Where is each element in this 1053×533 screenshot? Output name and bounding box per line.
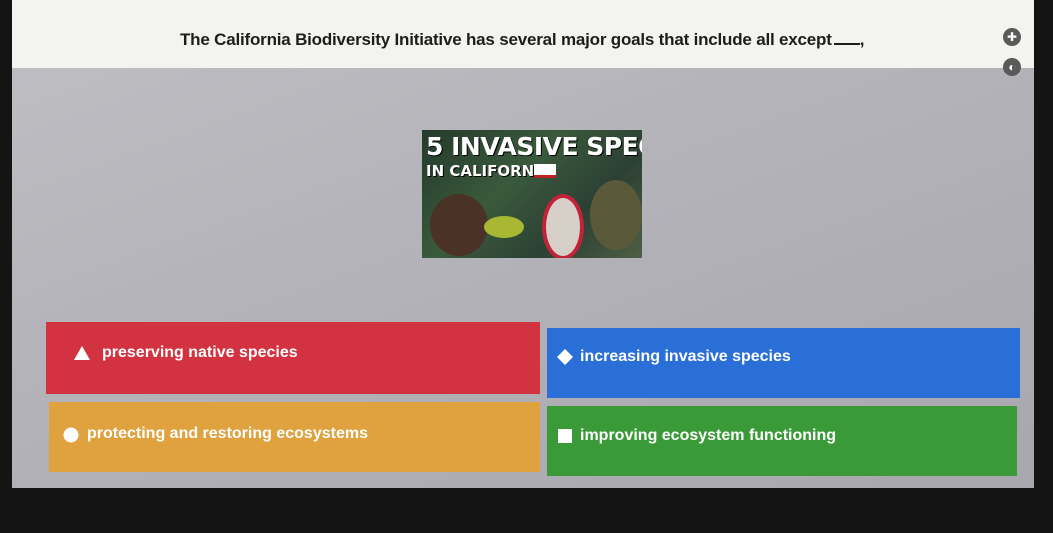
circle-icon [63,427,79,443]
diamond-icon [557,349,573,365]
answer-label-blue: increasing invasive species [580,348,791,365]
question-label: The California Biodiversity Initiative h… [180,30,832,49]
square-icon [558,429,572,443]
answer-label-green: improving ecosystem functioning [580,427,837,444]
bird-image [484,216,524,238]
question-suffix: , [859,30,865,49]
answer-option-yellow[interactable]: protecting and restoring ecosystems [49,402,540,472]
audio-icon[interactable]: ◐ [1003,58,1021,76]
zoom-icon[interactable]: ✚ [1003,28,1021,46]
answer-option-green[interactable]: improving ecosystem functioning [547,406,1017,476]
quiz-screen: The California Biodiversity Initiative h… [12,0,1034,488]
california-flag-icon [534,164,556,178]
media-subtitle: IN CALIFORNIA [426,162,552,180]
question-bar: The California Biodiversity Initiative h… [12,0,1034,68]
question-image[interactable]: 5 INVASIVE SPECIES IN CALIFORNIA [422,130,642,258]
media-title: 5 INVASIVE SPECIES [426,132,642,161]
answer-label-yellow: protecting and restoring ecosystems [87,425,368,442]
frog-image [590,180,642,250]
fish-image [542,194,584,258]
answer-option-red[interactable]: preserving native species [46,322,540,394]
question-text: The California Biodiversity Initiative h… [180,30,864,50]
answer-option-blue[interactable]: increasing invasive species [547,328,1020,398]
answer-blank [833,43,860,45]
answer-label-red: preserving native species [102,344,298,361]
beaver-image [430,194,488,256]
triangle-icon [74,346,90,360]
